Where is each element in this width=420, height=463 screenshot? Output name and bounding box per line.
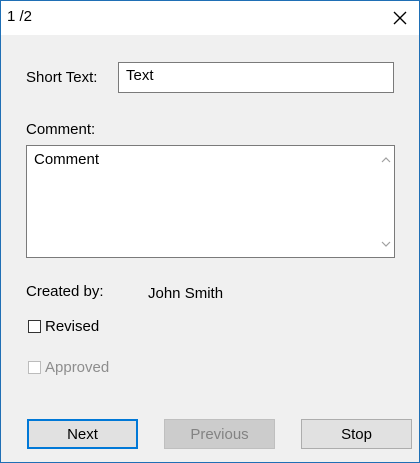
- scroll-down-arrow-icon[interactable]: [380, 238, 391, 249]
- created-by-value: John Smith: [148, 285, 224, 302]
- approved-checkbox: [28, 361, 41, 374]
- created-by-label: Created by:: [26, 283, 104, 300]
- close-button[interactable]: [385, 3, 415, 33]
- next-button[interactable]: Next: [27, 419, 138, 449]
- previous-button: Previous: [164, 419, 275, 449]
- close-icon: [393, 11, 407, 25]
- dialog-body: Short Text: Text Comment: Comment Create…: [1, 35, 419, 462]
- revised-checkbox[interactable]: [28, 320, 41, 333]
- comment-label: Comment:: [26, 121, 96, 138]
- revised-checkbox-row[interactable]: Revised: [28, 318, 99, 335]
- short-text-label: Short Text:: [26, 69, 98, 86]
- short-text-input[interactable]: Text: [118, 62, 394, 93]
- approved-label: Approved: [45, 359, 110, 376]
- comment-text: Comment: [34, 151, 100, 168]
- dialog-window: 1 /2 Short Text: Text Comment: Comment C…: [0, 0, 420, 463]
- comment-scrollbar[interactable]: [377, 146, 394, 257]
- title-bar: 1 /2: [1, 1, 419, 35]
- comment-textarea[interactable]: Comment: [26, 145, 395, 258]
- revised-label[interactable]: Revised: [45, 318, 99, 335]
- window-title: 1 /2: [7, 8, 33, 25]
- scroll-up-arrow-icon[interactable]: [380, 154, 391, 165]
- stop-button[interactable]: Stop: [301, 419, 412, 449]
- approved-checkbox-row: Approved: [28, 359, 109, 376]
